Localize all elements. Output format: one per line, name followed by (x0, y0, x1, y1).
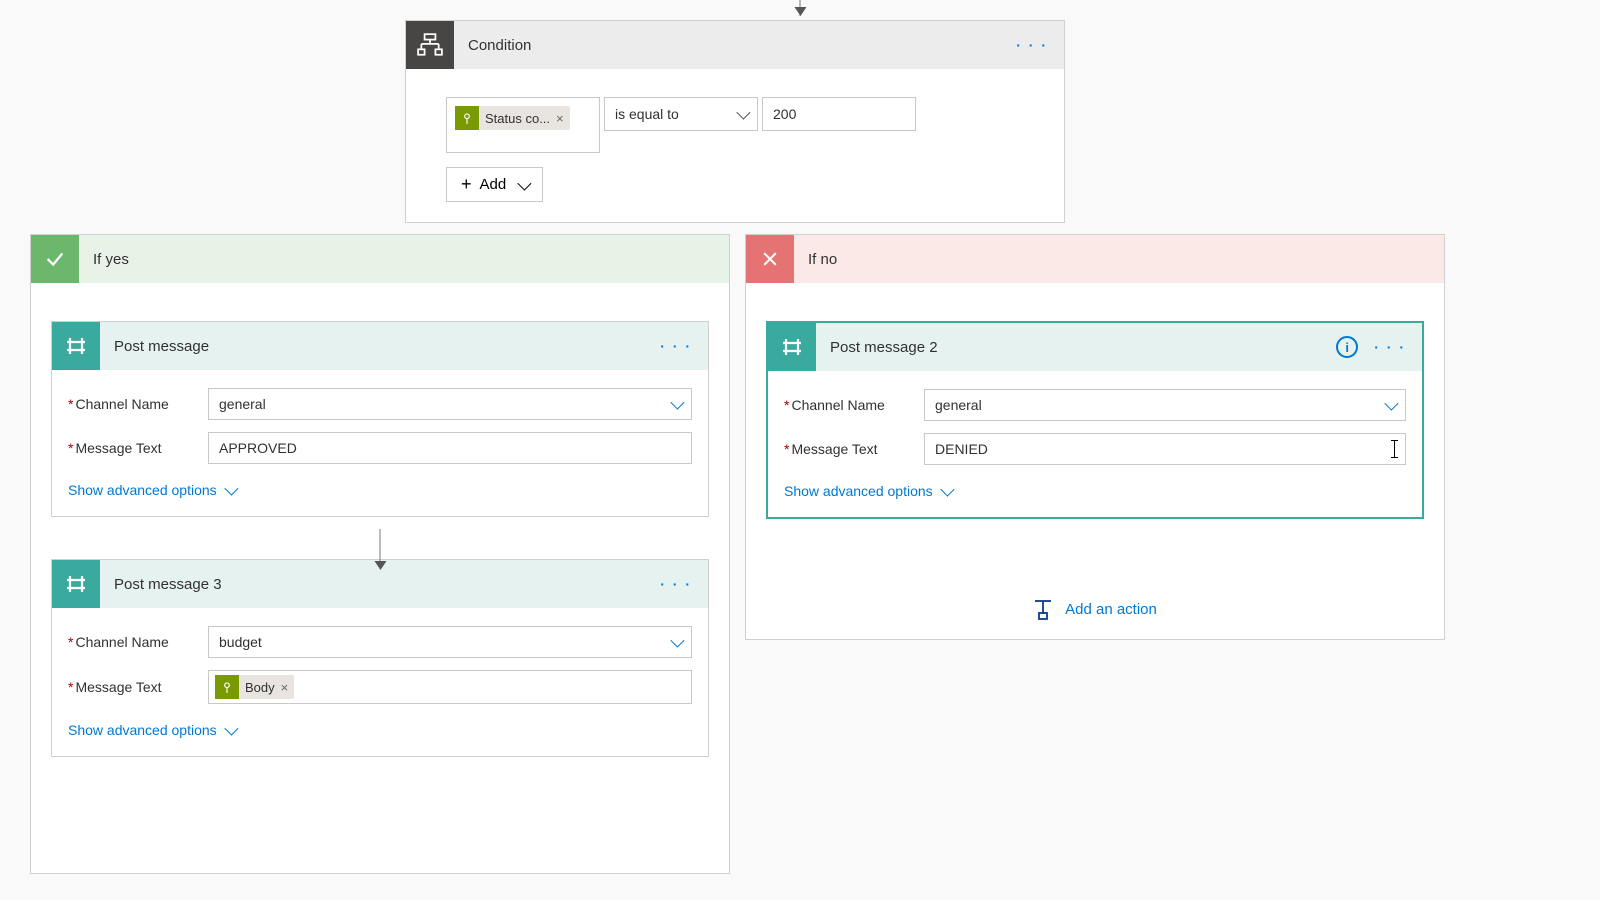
chevron-down-icon (670, 634, 684, 648)
slack-icon (52, 322, 100, 370)
if-no-header: If no (746, 235, 1444, 283)
checkmark-icon (31, 235, 79, 283)
text-cursor-icon (1394, 440, 1395, 458)
token-chip-status-code[interactable]: Status co... × (455, 106, 570, 130)
post-message-header[interactable]: Post message · · · (52, 322, 708, 370)
message-text-label: *Message Text (68, 679, 208, 695)
add-action-icon (1033, 599, 1053, 619)
close-icon (746, 235, 794, 283)
condition-card: Condition · · · Status co... × is equal … (405, 20, 1065, 223)
channel-name-select[interactable]: general (208, 388, 692, 420)
condition-value: 200 (773, 106, 796, 122)
condition-add-button[interactable]: + Add (446, 167, 543, 202)
post-message-3-menu[interactable]: · · · (660, 576, 692, 592)
channel-name-label: *Channel Name (784, 397, 924, 413)
message-text-input[interactable]: APPROVED (208, 432, 692, 464)
condition-menu-button[interactable]: · · · (1016, 37, 1048, 53)
flow-arrow (380, 529, 381, 569)
message-text-label: *Message Text (784, 441, 924, 457)
add-action-label: Add an action (1065, 601, 1157, 618)
post-message-2-card: Post message 2 i · · · *Channel Name gen… (766, 321, 1424, 519)
if-yes-header: If yes (31, 235, 729, 283)
message-text-label: *Message Text (68, 440, 208, 456)
condition-value-input[interactable]: 200 (762, 97, 916, 131)
post-message-3-title: Post message 3 (114, 576, 222, 593)
chevron-down-icon (737, 106, 747, 122)
post-message-menu[interactable]: · · · (660, 338, 692, 354)
token-chip-label: Status co... (485, 111, 550, 126)
slack-icon (768, 323, 816, 371)
message-text-input[interactable]: DENIED (924, 433, 1406, 465)
channel-name-select[interactable]: general (924, 389, 1406, 421)
post-message-2-header[interactable]: Post message 2 i · · · (768, 323, 1422, 371)
token-chip-remove-icon[interactable]: × (281, 680, 289, 695)
add-an-action-button[interactable]: Add an action (746, 599, 1444, 619)
add-label: Add (480, 176, 507, 193)
slack-icon (52, 560, 100, 608)
post-message-2-menu[interactable]: · · · (1374, 339, 1406, 355)
condition-operator-select[interactable]: is equal to (604, 97, 758, 131)
condition-icon (406, 21, 454, 69)
chevron-down-icon (224, 722, 238, 736)
token-chip-remove-icon[interactable]: × (556, 111, 564, 126)
operator-value: is equal to (615, 106, 679, 122)
flow-arrow-into-condition (800, 0, 801, 16)
channel-name-value: general (219, 396, 266, 412)
channel-name-value: budget (219, 634, 262, 650)
condition-header[interactable]: Condition · · · (406, 21, 1064, 69)
chevron-down-icon (670, 396, 684, 410)
info-icon[interactable]: i (1336, 336, 1358, 358)
channel-name-label: *Channel Name (68, 634, 208, 650)
condition-left-operand[interactable]: Status co... × (446, 97, 600, 153)
post-message-3-card: Post message 3 · · · *Channel Name budge… (51, 559, 709, 757)
chevron-down-icon (224, 482, 238, 496)
channel-name-select[interactable]: budget (208, 626, 692, 658)
message-text-value: DENIED (935, 441, 988, 457)
chevron-down-icon (518, 176, 532, 190)
chevron-down-icon (940, 483, 954, 497)
channel-name-value: general (935, 397, 982, 413)
condition-body: Status co... × is equal to 200 + Add (406, 69, 1064, 222)
http-connector-icon (215, 675, 239, 699)
plus-icon: + (461, 174, 472, 195)
token-chip-label: Body (245, 680, 275, 695)
chevron-down-icon (1384, 397, 1398, 411)
if-yes-branch: If yes Post message · · · *Channel Name … (30, 234, 730, 874)
show-advanced-options-link[interactable]: Show advanced options (68, 722, 235, 738)
show-advanced-options-link[interactable]: Show advanced options (784, 483, 951, 499)
if-no-title: If no (808, 251, 837, 268)
post-message-2-title: Post message 2 (830, 339, 938, 356)
token-chip-body[interactable]: Body × (215, 675, 294, 699)
http-connector-icon (455, 106, 479, 130)
post-message-card: Post message · · · *Channel Name general… (51, 321, 709, 517)
channel-name-label: *Channel Name (68, 396, 208, 412)
if-yes-title: If yes (93, 251, 129, 268)
message-text-input[interactable]: Body × (208, 670, 692, 704)
message-text-value: APPROVED (219, 440, 297, 456)
post-message-title: Post message (114, 338, 209, 355)
show-advanced-options-link[interactable]: Show advanced options (68, 482, 235, 498)
condition-title: Condition (468, 37, 531, 54)
if-no-branch: If no Post message 2 i · · · *Channel Na… (745, 234, 1445, 640)
